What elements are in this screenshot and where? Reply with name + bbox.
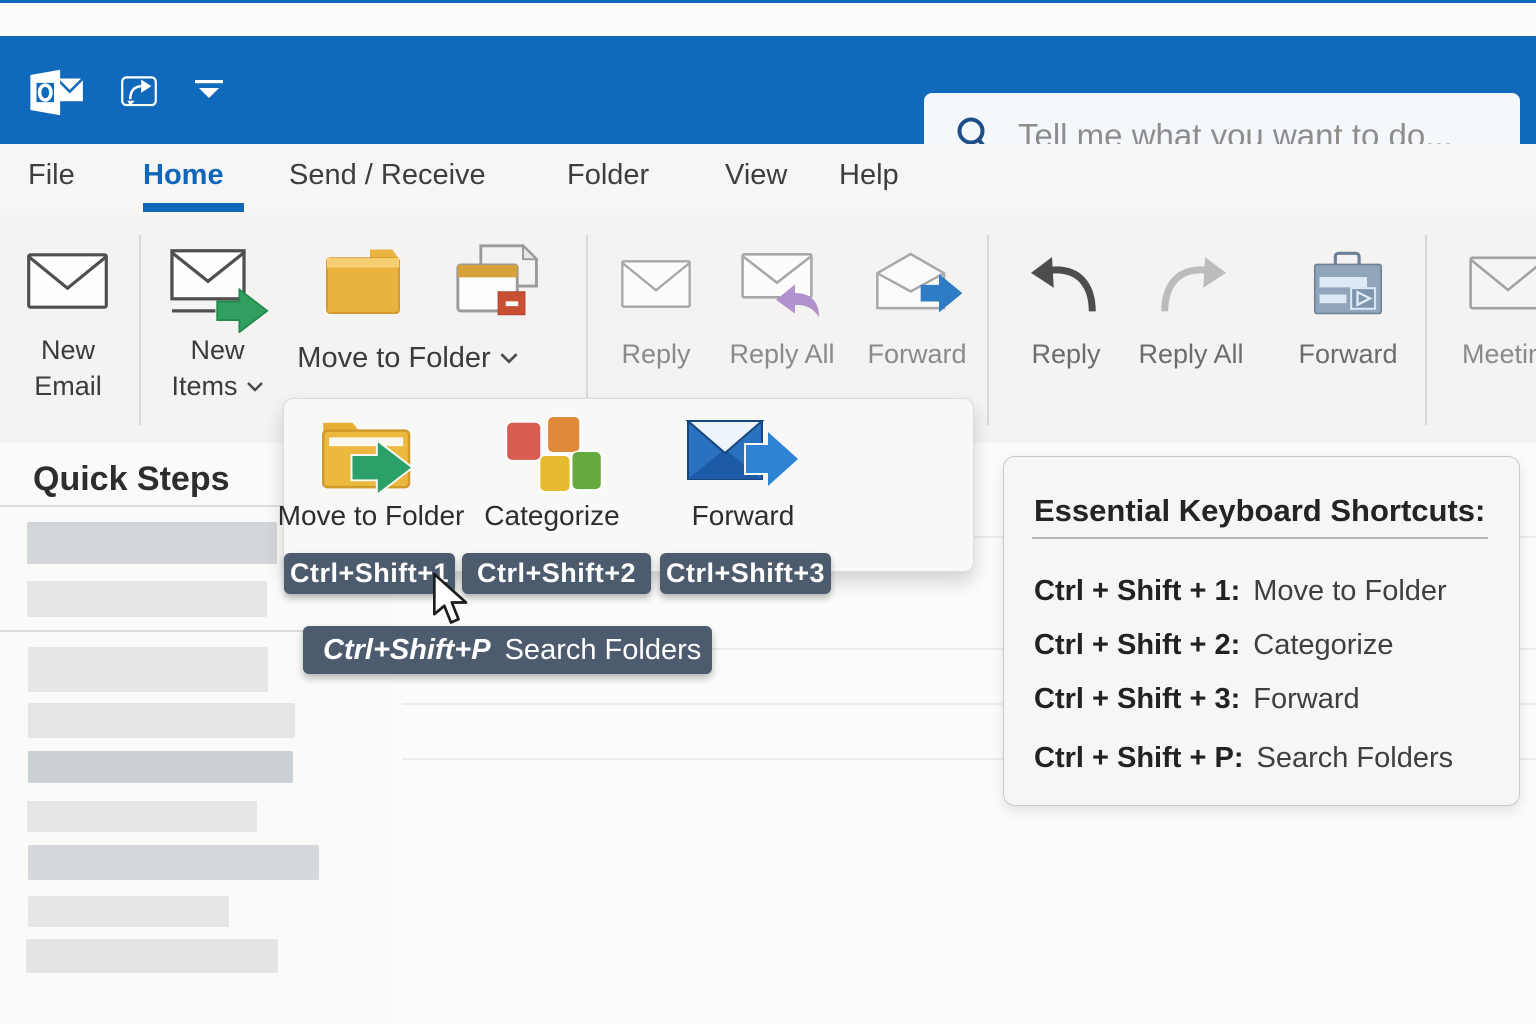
move-to-folder-icon [320,243,406,323]
tab-help[interactable]: Help [839,159,899,192]
tab-file[interactable]: File [28,159,75,192]
reply-all-envelope-icon [740,251,826,323]
quick-step-placeholder [27,801,257,832]
quick-step-placeholder [28,845,319,880]
search-folders-tooltip: Ctrl+Shift+P Search Folders [303,626,712,674]
ribbon-group-divider [139,235,141,425]
send-receive-icon[interactable] [120,73,158,108]
mouse-cursor [431,572,471,628]
categorize-icon [500,415,604,493]
meeting-button[interactable]: Meeting [1455,215,1536,435]
shortcut-row: Ctrl + Shift + 2: Categorize [1034,629,1394,662]
shortcut-badge-categorize: Ctrl+Shift+2 [462,553,651,594]
reply-arrow-icon [1031,250,1101,322]
flyout-item-move-to-folder[interactable]: Move to Folder [271,399,471,571]
shortcut-badge-forward: Ctrl+Shift+3 [660,553,831,594]
new-email-button[interactable]: New Email [18,215,118,435]
quick-steps-title: Quick Steps [33,460,230,499]
quick-step-placeholder [28,896,229,927]
flyout-item-forward[interactable]: Forward [643,399,843,571]
meeting-envelope-icon [1468,253,1536,313]
new-items-button[interactable]: New Items [160,215,275,435]
ribbon-group-divider [1425,235,1427,425]
customize-toolbar-caret-icon[interactable] [195,80,223,100]
chevron-down-icon [246,381,264,393]
outlook-logo-icon [27,68,88,117]
shortcuts-panel-title: Essential Keyboard Shortcuts: [1034,493,1485,529]
move-to-folder-dropdown: Move to Folder Categorize Forward [283,398,974,572]
tab-folder[interactable]: Folder [567,159,649,192]
outlook-window: Tell me what you want to do... File Home… [0,0,1536,1024]
ribbon-group-divider [987,235,989,425]
reply-envelope-icon [620,253,692,315]
forward-envelope-icon [874,249,964,319]
tooltip-keys: Ctrl+Shift+P [323,634,491,667]
tooltip-label: Search Folders [505,634,702,667]
title-bar: Tell me what you want to do... [0,36,1536,144]
forward-button[interactable]: Forward [1298,215,1398,435]
reply-all-arrow-icon [1156,250,1226,322]
quick-step-placeholder [27,581,267,617]
shortcut-row: Ctrl + Shift + 3: Forward [1034,683,1360,716]
quick-step-placeholder [26,939,278,973]
divider [1032,537,1488,539]
quick-step-placeholder [28,703,295,738]
forward-icon [684,415,802,493]
quick-step-placeholder [28,751,293,783]
shortcut-badge-move-to-folder: Ctrl+Shift+1 [284,553,455,594]
tab-home[interactable]: Home [143,159,224,192]
new-items-icon [168,248,272,333]
reply-all-button[interactable]: Reply All [1130,215,1252,435]
keyboard-shortcuts-panel: Essential Keyboard Shortcuts: Ctrl + Shi… [1003,456,1520,806]
window-top-strip [0,3,1536,36]
flyout-item-categorize[interactable]: Categorize [452,399,652,571]
shortcut-row: Ctrl + Shift + 1: Move to Folder [1034,575,1447,608]
quick-step-placeholder [27,522,277,564]
overlapping-windows-icon [452,240,548,332]
forward-briefcase-icon [1310,247,1386,323]
tab-send-receive[interactable]: Send / Receive [289,159,486,192]
ribbon-group-divider [586,235,588,425]
reply-button[interactable]: Reply [1016,215,1116,435]
quick-step-placeholder [28,647,268,692]
shortcut-row: Ctrl + Shift + P: Search Folders [1034,742,1453,775]
ribbon-tab-bar: File Home Send / Receive Folder View Hel… [0,144,1536,216]
move-to-folder-icon [317,415,425,493]
active-tab-underline [143,203,244,212]
tab-view[interactable]: View [725,159,787,192]
new-email-icon [26,250,109,312]
